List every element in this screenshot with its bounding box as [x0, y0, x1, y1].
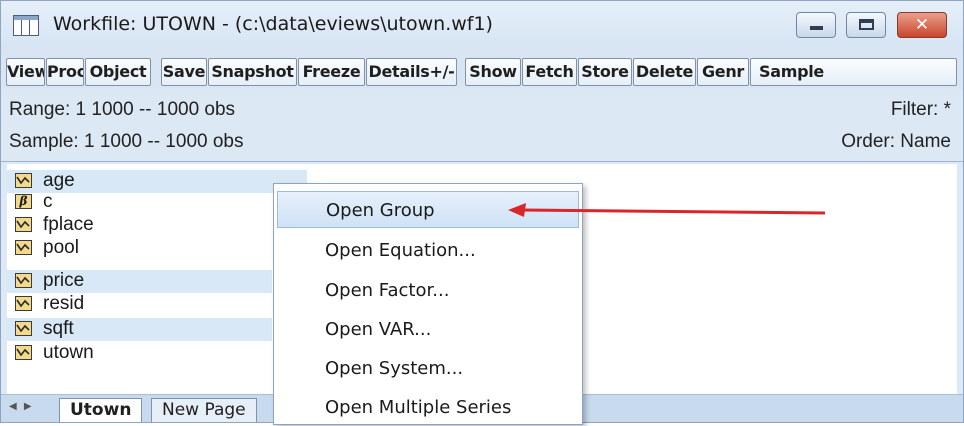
- close-icon: ✕: [914, 15, 930, 35]
- series-icon: [15, 240, 32, 255]
- store-button[interactable]: Store: [578, 58, 632, 86]
- tab-new-page[interactable]: New Page: [151, 398, 257, 422]
- list-item-resid[interactable]: resid: [7, 293, 307, 316]
- view-button[interactable]: View: [6, 58, 45, 86]
- menu-item-open-equation[interactable]: Open Equation...: [277, 232, 579, 269]
- freeze-button[interactable]: Freeze: [298, 58, 365, 86]
- list-item-age[interactable]: age: [7, 170, 307, 193]
- proc-button[interactable]: Proc: [46, 58, 84, 86]
- minimize-icon: [810, 26, 823, 30]
- maximize-button[interactable]: [846, 12, 886, 38]
- menu-item-open-factor[interactable]: Open Factor...: [277, 272, 579, 309]
- series-icon: [15, 321, 32, 336]
- genr-button[interactable]: Genr: [697, 58, 749, 86]
- window-title: Workfile: UTOWN - (c:\data\eviews\utown.…: [53, 13, 493, 35]
- snapshot-button[interactable]: Snapshot: [208, 58, 297, 86]
- fetch-button[interactable]: Fetch: [522, 58, 577, 86]
- toolbar: View Proc Object Save Snapshot Freeze De…: [1, 49, 963, 89]
- order-info[interactable]: Order: Name: [841, 131, 951, 153]
- maximize-icon: [859, 19, 874, 30]
- menu-item-open-var[interactable]: Open VAR...: [277, 311, 579, 348]
- tab-scroll-arrows-icon[interactable]: ◀ ▶: [9, 401, 34, 412]
- filter-info[interactable]: Filter: *: [891, 99, 951, 121]
- details-button[interactable]: Details+/-: [366, 58, 457, 86]
- list-item-sqft[interactable]: sqft: [7, 318, 272, 341]
- series-icon: [15, 173, 32, 188]
- coefficient-beta-icon: β: [15, 194, 32, 209]
- list-item-fplace[interactable]: fplace: [7, 214, 307, 237]
- series-icon: [15, 345, 32, 360]
- red-arrow-annotation: [508, 203, 826, 217]
- series-icon: [15, 296, 32, 311]
- list-item-price[interactable]: price: [7, 270, 272, 293]
- list-item-c[interactable]: β c: [7, 191, 307, 214]
- sample-button[interactable]: Sample: [750, 58, 957, 86]
- title-bar[interactable]: Workfile: UTOWN - (c:\data\eviews\utown.…: [1, 1, 963, 49]
- close-button[interactable]: ✕: [897, 12, 947, 38]
- info-bar: Range: 1 1000 -- 1000 obs Sample: 1 1000…: [1, 89, 963, 162]
- menu-item-open-multiple-series[interactable]: Open Multiple Series: [277, 389, 579, 426]
- sample-info: Sample: 1 1000 -- 1000 obs: [9, 131, 244, 152]
- delete-button[interactable]: Delete: [633, 58, 696, 86]
- save-button[interactable]: Save: [161, 58, 207, 86]
- series-icon: [15, 217, 32, 232]
- workfile-icon: [13, 15, 39, 36]
- object-button[interactable]: Object: [85, 58, 151, 86]
- menu-item-open-system[interactable]: Open System...: [277, 350, 579, 387]
- range-info: Range: 1 1000 -- 1000 obs: [9, 99, 236, 120]
- minimize-button[interactable]: [796, 12, 836, 38]
- tab-utown[interactable]: Utown: [59, 398, 143, 422]
- show-button[interactable]: Show: [465, 58, 521, 86]
- list-item-pool[interactable]: pool: [7, 237, 307, 260]
- list-item-utown[interactable]: utown: [7, 342, 307, 365]
- series-icon: [15, 273, 32, 288]
